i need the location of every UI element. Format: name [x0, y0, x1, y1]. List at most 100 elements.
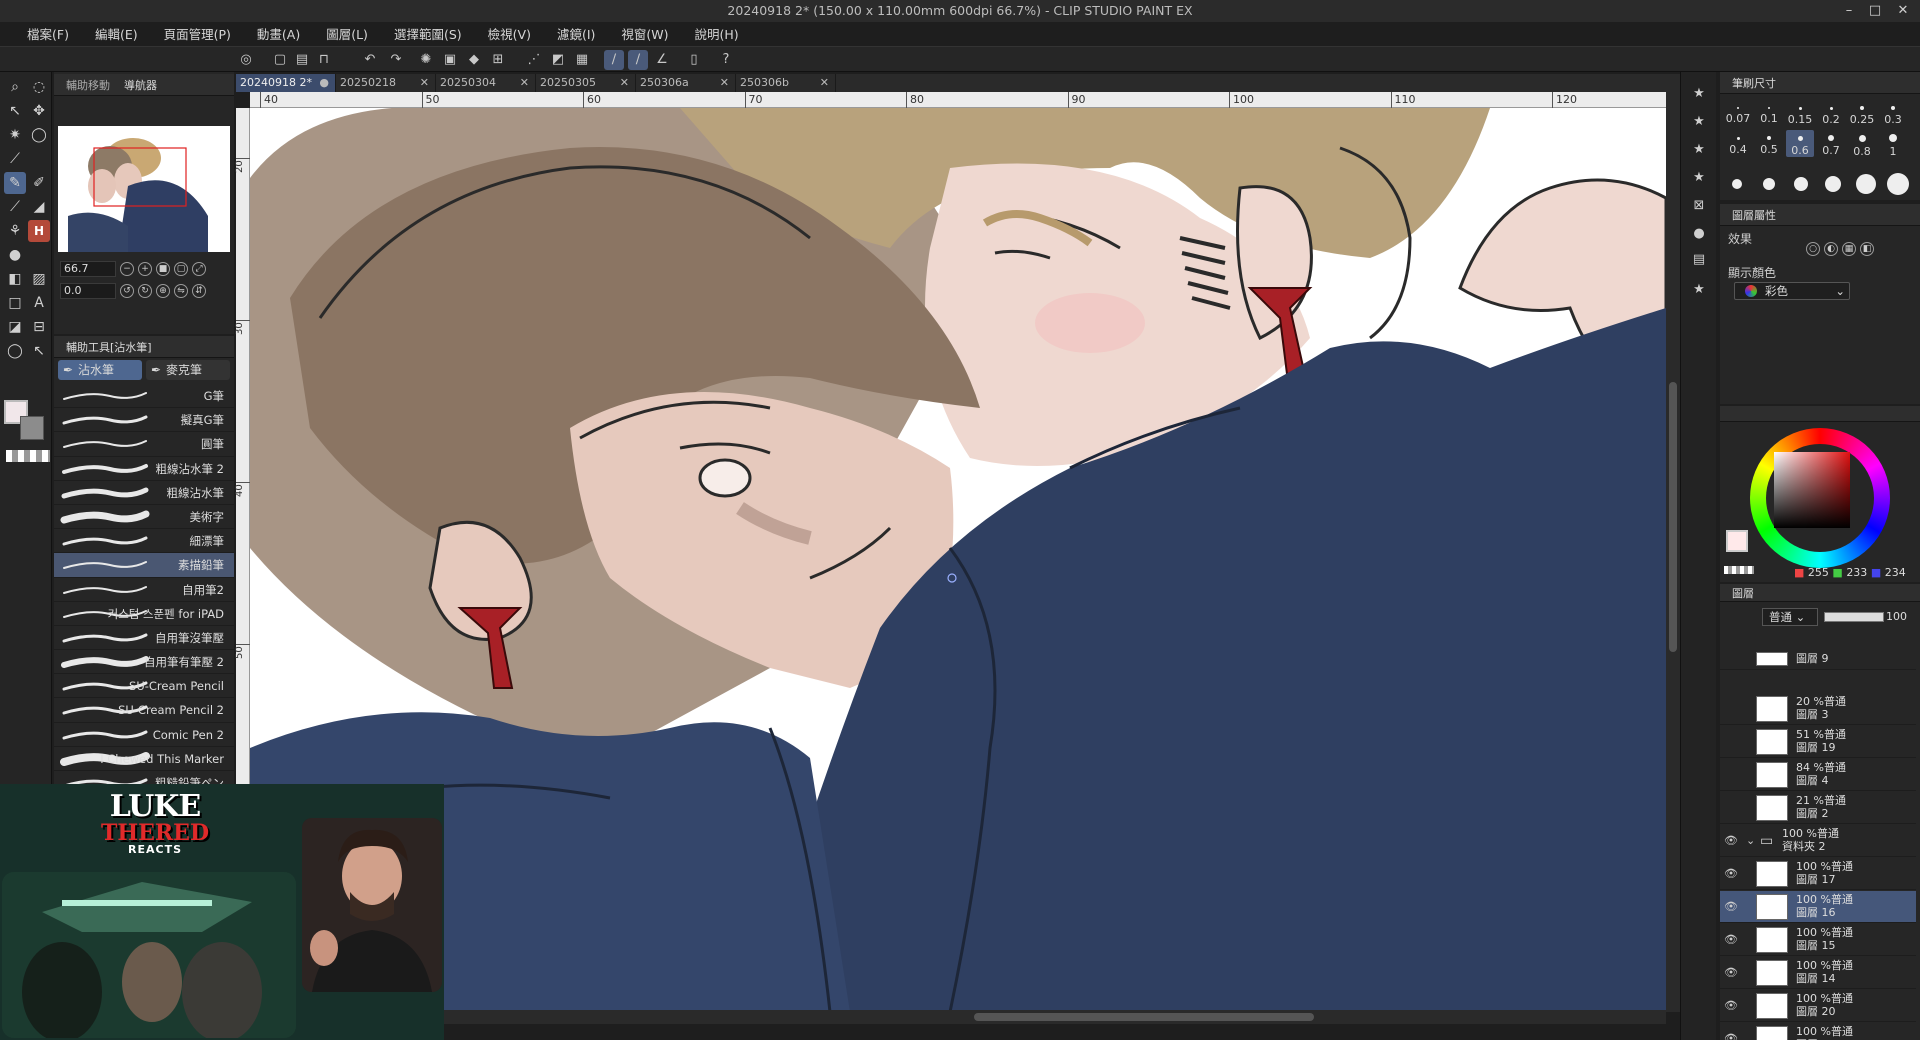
- document-tab[interactable]: 20250304 ✕: [436, 74, 536, 92]
- fit-navigator-icon[interactable]: ⤢: [192, 262, 206, 276]
- tab-layer[interactable]: 圖層: [1732, 585, 1754, 601]
- text-icon[interactable]: A: [28, 292, 50, 314]
- minimize-icon[interactable]: –: [1838, 0, 1860, 22]
- transform-icon[interactable]: ⊞: [488, 50, 508, 70]
- border-effect-icon[interactable]: ○: [1806, 242, 1820, 256]
- layer-row[interactable]: 51 %普通 圖層 19: [1720, 726, 1916, 758]
- help-icon[interactable]: ?: [716, 50, 736, 70]
- menu-item-0[interactable]: 檔案(F): [14, 24, 82, 43]
- document-tab[interactable]: 20250218 ✕: [336, 74, 436, 92]
- zoom-in-icon[interactable]: +: [138, 262, 152, 276]
- modified-dot-icon[interactable]: ●: [319, 74, 329, 92]
- brush-size-large-preset[interactable]: [1732, 179, 1742, 189]
- fill-bucket-icon[interactable]: ◧: [4, 268, 26, 290]
- brush-item[interactable]: 圓筆: [54, 432, 234, 457]
- sub-view-icon[interactable]: ⊠: [1688, 196, 1710, 216]
- layer-row[interactable]: 👁100 %普通圖層 13: [1720, 1023, 1916, 1040]
- material-icon[interactable]: ★: [1688, 84, 1710, 104]
- tone-icon[interactable]: ▦: [1842, 242, 1856, 256]
- clear-outside-icon[interactable]: ▣: [440, 50, 460, 70]
- visibility-eye-icon[interactable]: 👁: [1724, 966, 1738, 979]
- zoom-value[interactable]: 66.7: [60, 261, 116, 277]
- brush-item[interactable]: 美術字: [54, 505, 234, 530]
- rotate-left-icon[interactable]: ↺: [120, 284, 134, 298]
- brush-size-large-preset[interactable]: [1825, 176, 1841, 192]
- snap-ruler-icon[interactable]: ⋰: [524, 50, 544, 70]
- drawing-canvas[interactable]: [250, 108, 1666, 1012]
- layer-opacity-value[interactable]: 100: [1886, 608, 1907, 626]
- figure-icon[interactable]: □: [4, 292, 26, 314]
- maximize-icon[interactable]: □: [1864, 0, 1886, 22]
- pen-pressure-icon[interactable]: ∕: [628, 50, 648, 70]
- vertical-scroll-thumb[interactable]: [1669, 382, 1677, 652]
- brush-size-preset[interactable]: 0.2: [1817, 100, 1845, 126]
- decoration-icon[interactable]: ⚘: [4, 220, 26, 242]
- actual-size-icon[interactable]: ■: [156, 262, 170, 276]
- pen-icon[interactable]: ✎: [4, 172, 26, 194]
- zoom-icon[interactable]: ⌕: [4, 76, 26, 98]
- clip-studio-icon[interactable]: ◎: [236, 50, 256, 70]
- close-tab-icon[interactable]: ✕: [720, 74, 729, 92]
- brush-item[interactable]: 커스텀 스푼펜 for iPAD: [54, 602, 234, 626]
- layer-row[interactable]: 圖層 9: [1720, 650, 1916, 670]
- display-color-select[interactable]: 彩色 ⌄: [1734, 282, 1850, 300]
- snap-special-icon[interactable]: ◩: [548, 50, 568, 70]
- saturation-value-square[interactable]: [1774, 452, 1850, 528]
- visibility-eye-icon[interactable]: 👁: [1724, 933, 1738, 946]
- brush-size-preset[interactable]: 0.3: [1879, 100, 1907, 126]
- layer-row[interactable]: 👁 100 %普通 圖層 20: [1720, 990, 1916, 1022]
- pencil-icon[interactable]: ✐: [28, 172, 50, 194]
- menu-item-3[interactable]: 動畫(A): [244, 24, 313, 43]
- layer-row[interactable]: 👁 100 %普通 圖層 16: [1720, 891, 1916, 923]
- brush-size-large-preset[interactable]: [1794, 177, 1808, 191]
- flip-horizontal-icon[interactable]: ⇋: [174, 284, 188, 298]
- rotate-right-icon[interactable]: ↻: [138, 284, 152, 298]
- layer-folder[interactable]: 👁 ⌄ ▭ 100 %普通 資料夾 2: [1720, 825, 1916, 857]
- visibility-eye-icon[interactable]: 👁: [1724, 1032, 1738, 1040]
- ruler-icon[interactable]: ⊟: [28, 316, 50, 338]
- angle-icon[interactable]: ∠: [652, 50, 672, 70]
- menu-item-1[interactable]: 編輯(E): [82, 24, 151, 43]
- brush-size-preset[interactable]: 0.5: [1755, 130, 1783, 156]
- brush-item[interactable]: SU-Cream Pencil: [54, 674, 234, 699]
- brush-size-large-preset[interactable]: [1856, 174, 1876, 194]
- brush-size-preset[interactable]: 0.4: [1724, 130, 1752, 156]
- tab-assist-move[interactable]: 輔助移動: [66, 77, 110, 93]
- brush-size-preset[interactable]: 1: [1879, 130, 1907, 158]
- document-tab[interactable]: 250306b ✕: [736, 74, 836, 92]
- visibility-eye-icon[interactable]: 👁: [1724, 867, 1738, 880]
- transparent-color-swatch[interactable]: [6, 450, 50, 462]
- layer-row[interactable]: 84 %普通 圖層 4: [1720, 759, 1916, 791]
- visibility-eye-icon[interactable]: 👁: [1724, 900, 1738, 913]
- lasso-select-icon[interactable]: ◌: [28, 76, 50, 98]
- save-icon[interactable]: ⊓: [314, 50, 334, 70]
- brush-size-large-preset[interactable]: [1763, 178, 1775, 190]
- brush-item[interactable]: 擬真G筆: [54, 408, 234, 433]
- horizontal-scrollbar[interactable]: [444, 1010, 1666, 1024]
- blend-icon[interactable]: ●: [4, 244, 26, 266]
- transparent-color-preview[interactable]: [1724, 566, 1754, 574]
- horizontal-scroll-thumb[interactable]: [974, 1013, 1314, 1021]
- brush-item[interactable]: 自用筆沒筆壓: [54, 626, 234, 651]
- open-file-icon[interactable]: ▤: [292, 50, 312, 70]
- visibility-eye-icon[interactable]: 👁: [1724, 999, 1738, 1012]
- selection-pen-icon[interactable]: ◯: [28, 124, 50, 146]
- zoom-out-icon[interactable]: −: [120, 262, 134, 276]
- layer-opacity-slider[interactable]: [1824, 612, 1884, 622]
- brush-size-preset[interactable]: 0.1: [1755, 100, 1783, 125]
- sub-color-swatch[interactable]: [20, 416, 44, 440]
- layer-row[interactable]: 👁 100 %普通 圖層 15: [1720, 924, 1916, 956]
- menu-item-6[interactable]: 檢視(V): [475, 24, 544, 43]
- navigator-preview[interactable]: [58, 126, 230, 252]
- brush-item[interactable]: G筆: [54, 384, 234, 409]
- device-icon[interactable]: ▯: [684, 50, 704, 70]
- menu-item-2[interactable]: 頁面管理(P): [151, 24, 244, 43]
- menu-item-8[interactable]: 視窗(W): [608, 24, 681, 43]
- brush-item[interactable]: 素描鉛筆: [54, 553, 234, 578]
- menu-item-5[interactable]: 選擇範圍(S): [381, 24, 475, 43]
- layer-search-icon[interactable]: ▤: [1688, 250, 1710, 270]
- brush-item[interactable]: 自用筆2: [54, 578, 234, 602]
- brush-item[interactable]: I Chewed This Marker: [54, 747, 234, 771]
- correct-line-icon[interactable]: ↖: [28, 340, 50, 362]
- blend-mode-select[interactable]: 普通 ⌄: [1762, 608, 1818, 626]
